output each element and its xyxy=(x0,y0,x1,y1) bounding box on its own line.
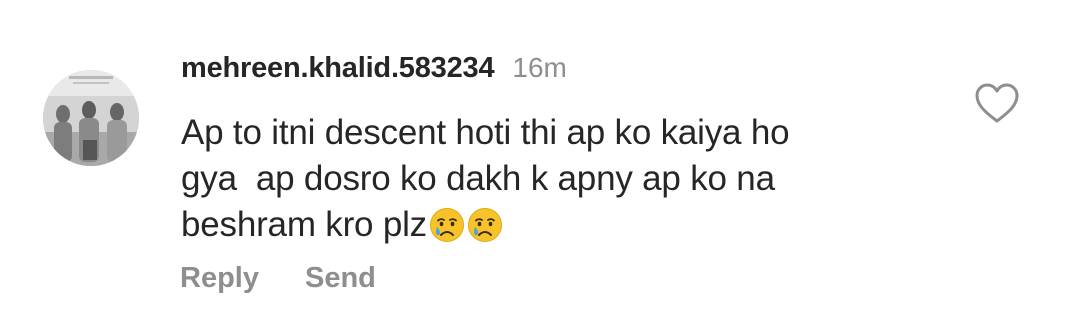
comment-text-line-1: Ap to itni descent hoti thi ap ko kaiya … xyxy=(181,113,790,152)
crying-face-icon xyxy=(467,207,503,243)
reply-button[interactable]: Reply xyxy=(180,262,259,295)
comment-text-line-2: gya ap dosro ko dakh k apny ap ko na xyxy=(181,159,775,198)
comment-item: mehreen.khalid.583234 16m Ap to itni des… xyxy=(0,0,1080,320)
comment-header: mehreen.khalid.583234 16m xyxy=(181,52,567,88)
username[interactable]: mehreen.khalid.583234 xyxy=(181,52,495,85)
avatar-photo xyxy=(43,70,139,166)
send-button[interactable]: Send xyxy=(305,262,376,295)
comment-actions: Reply Send xyxy=(180,262,376,295)
comment-text: Ap to itni descent hoti thi ap ko kaiya … xyxy=(181,110,901,248)
heart-outline-icon xyxy=(975,83,1019,123)
like-button[interactable] xyxy=(974,82,1020,124)
comment-text-line-3: beshram kro plz xyxy=(181,202,901,248)
timestamp: 16m xyxy=(512,52,567,83)
crying-face-icon xyxy=(429,207,465,243)
avatar[interactable] xyxy=(43,70,139,166)
comment-text-line-3-text: beshram kro plz xyxy=(181,205,427,244)
